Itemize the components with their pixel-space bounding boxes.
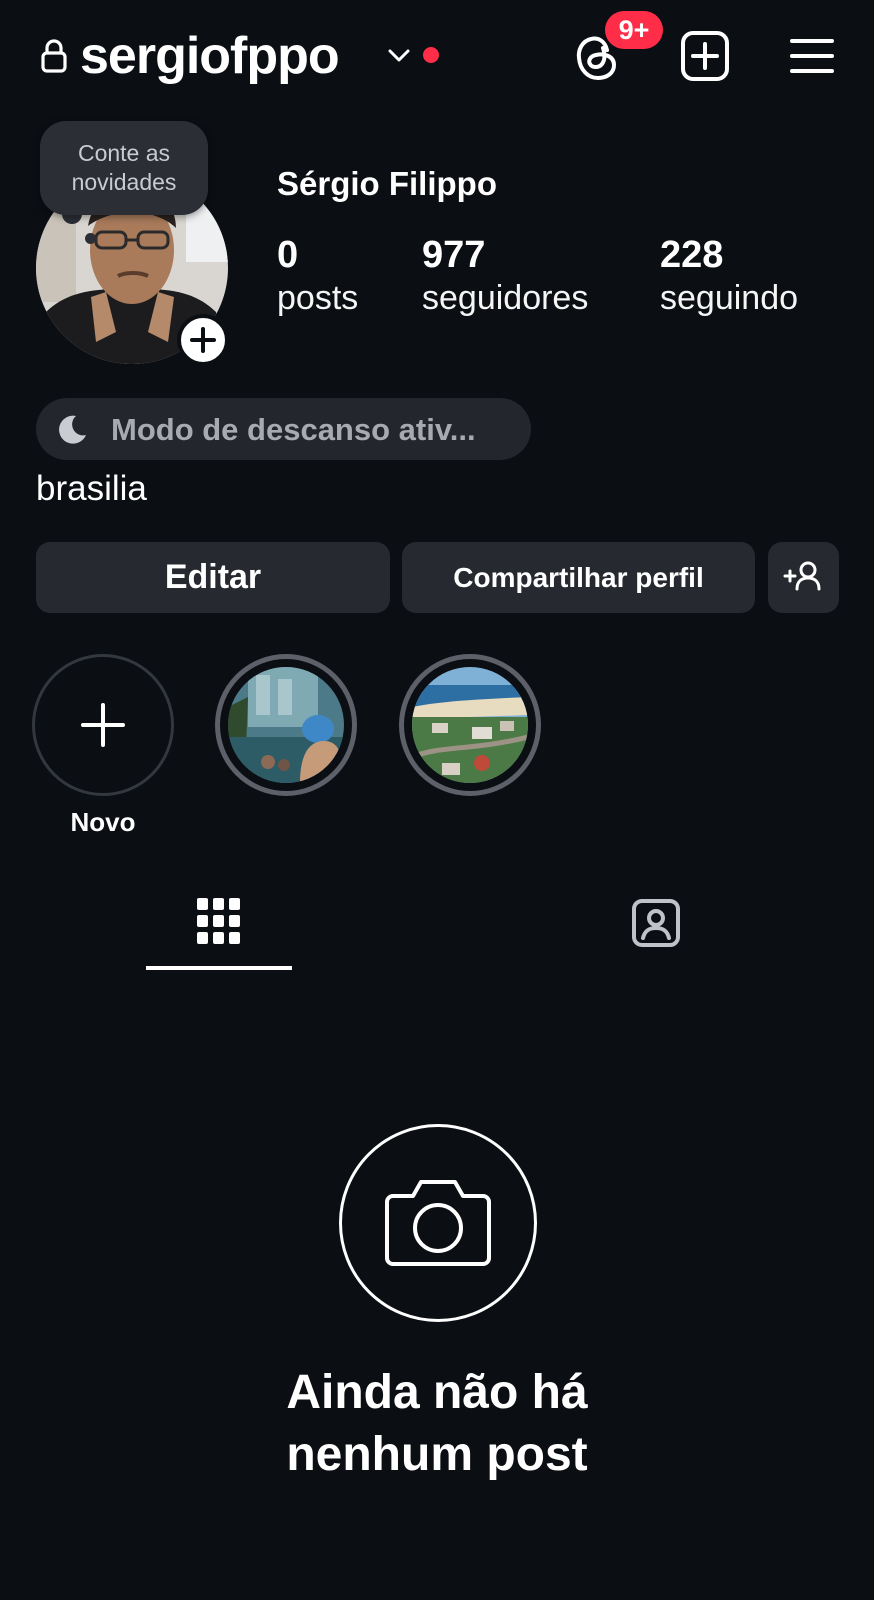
menu-button[interactable] <box>790 36 834 76</box>
highlight-thumbnail-pool <box>228 667 344 783</box>
discover-people-button[interactable] <box>768 542 839 613</box>
stat-following-label: seguindo <box>660 279 799 317</box>
plus-square-icon <box>681 31 729 81</box>
stat-following[interactable]: 228 seguindo <box>660 232 798 318</box>
stat-posts-value: 0 <box>277 234 299 276</box>
edit-profile-button[interactable]: Editar <box>36 542 390 613</box>
grid-icon <box>197 898 240 944</box>
tab-tagged[interactable] <box>630 896 682 948</box>
create-post-button[interactable] <box>680 30 730 82</box>
tagged-icon <box>632 899 680 947</box>
lock-icon <box>40 38 68 74</box>
stat-following-value: 228 <box>660 234 724 276</box>
add-person-icon <box>783 561 821 591</box>
empty-state-title-line2: nenhum post <box>286 1428 588 1481</box>
moon-icon <box>56 413 88 445</box>
highlight-item[interactable] <box>399 654 541 796</box>
stat-followers-label: seguidores <box>422 279 589 317</box>
empty-state-title-line1: Ainda não há <box>286 1366 588 1419</box>
stat-posts[interactable]: 0 posts <box>277 232 358 318</box>
stat-followers-value: 977 <box>422 234 486 276</box>
rest-mode-label[interactable]: Modo de descanso ativ... <box>111 412 476 448</box>
add-story-button[interactable] <box>177 314 229 366</box>
share-profile-button[interactable]: Compartilhar perfil <box>402 542 755 613</box>
hamburger-icon <box>790 39 834 73</box>
new-highlight-button[interactable] <box>32 654 174 796</box>
stat-posts-label: posts <box>277 279 359 317</box>
profile-full-name: Sérgio Filippo <box>277 165 497 202</box>
stat-followers[interactable]: 977 seguidores <box>422 232 588 318</box>
active-tab-indicator <box>146 966 292 970</box>
camera-icon <box>383 1172 493 1272</box>
plus-icon <box>81 703 125 747</box>
empty-state-title: Ainda não há nenhum post <box>187 1362 687 1486</box>
note-bubble[interactable]: Conte as novidades <box>40 121 208 215</box>
note-bubble-tail-small <box>85 233 96 244</box>
new-highlight-label: Novo <box>70 807 136 837</box>
username-switcher[interactable]: sergiofppo <box>80 26 340 86</box>
chevron-down-icon[interactable] <box>386 42 412 68</box>
highlight-thumbnail-coast <box>412 667 528 783</box>
notification-badge: 9+ <box>605 11 663 49</box>
unread-dot <box>423 47 439 63</box>
highlight-item[interactable] <box>215 654 357 796</box>
tab-posts-grid[interactable] <box>196 896 242 946</box>
bio-text: brasilia <box>36 469 147 508</box>
plus-icon <box>190 327 216 353</box>
